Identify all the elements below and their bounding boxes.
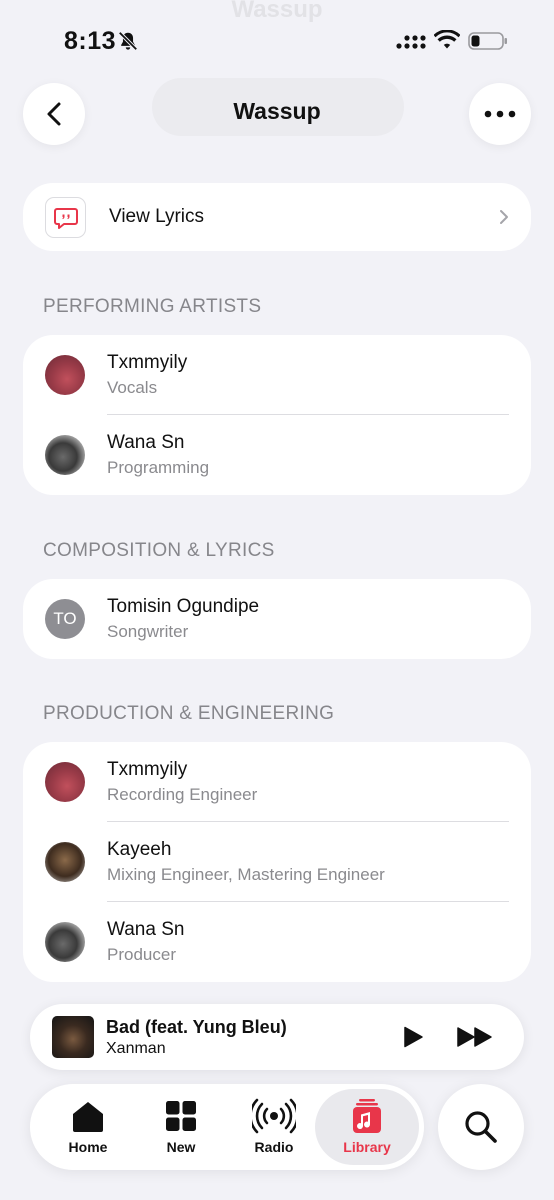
fast-forward-icon[interactable] <box>456 1026 494 1048</box>
composition-lyrics-card: TO Tomisin Ogundipe Songwriter <box>23 579 531 659</box>
person-name: Tomisin Ogundipe <box>107 596 260 617</box>
composition-lyrics-heading: COMPOSITION & LYRICS <box>43 540 275 561</box>
lyrics-icon <box>45 197 86 238</box>
person-role: Vocals <box>107 378 158 397</box>
mini-player[interactable]: Bad (feat. Yung Bleu) Xanman <box>30 1004 524 1070</box>
now-playing-title: Bad (feat. Yung Bleu) <box>106 1017 287 1037</box>
search-button[interactable] <box>438 1084 524 1170</box>
view-lyrics-label: View Lyrics <box>109 206 205 227</box>
tab-label: Home <box>68 1139 108 1155</box>
search-icon <box>465 1111 497 1143</box>
cellular-signal-icon <box>396 35 426 49</box>
person-role: Programming <box>107 458 210 477</box>
album-artwork <box>52 1016 94 1058</box>
person-role: Recording Engineer <box>107 785 258 804</box>
battery-icon <box>468 32 507 50</box>
library-icon <box>353 1099 381 1133</box>
avatar <box>45 355 85 395</box>
avatar <box>45 435 85 475</box>
wifi-icon <box>434 30 460 49</box>
performing-artists-card: Txmmyily Vocals Wana Sn Programming <box>23 335 531 495</box>
avatar-initials: TO <box>45 599 85 639</box>
performing-artists-heading: PERFORMING ARTISTS <box>43 296 262 317</box>
tab-bar: Home New Radio Library <box>30 1084 424 1170</box>
play-icon[interactable] <box>402 1026 424 1048</box>
avatar <box>45 922 85 962</box>
person-name: Wana Sn <box>107 919 185 940</box>
chevron-right-icon <box>500 210 508 224</box>
production-engineering-heading: PRODUCTION & ENGINEERING <box>43 703 335 724</box>
list-item[interactable]: Wana Sn Producer <box>23 902 531 982</box>
list-item[interactable]: Wana Sn Programming <box>23 415 531 495</box>
tab-label: New <box>166 1139 196 1155</box>
more-options-button[interactable] <box>469 83 531 145</box>
list-item[interactable]: Txmmyily Vocals <box>23 335 531 415</box>
now-playing-artist: Xanman <box>106 1040 166 1057</box>
person-name: Kayeeh <box>107 839 172 860</box>
tab-new[interactable]: New <box>135 1084 227 1170</box>
view-lyrics-row[interactable]: View Lyrics <box>23 183 531 251</box>
person-role: Mixing Engineer, Mastering Engineer <box>107 865 385 884</box>
person-role: Songwriter <box>107 622 189 641</box>
bell-slash-icon <box>118 31 138 51</box>
person-name: Wana Sn <box>107 432 185 453</box>
home-icon <box>73 1102 103 1132</box>
tab-label: Library <box>343 1139 391 1155</box>
ellipsis-icon <box>484 110 516 118</box>
person-name: Txmmyily <box>107 759 188 780</box>
list-item[interactable]: Kayeeh Mixing Engineer, Mastering Engine… <box>23 822 531 902</box>
person-name: Txmmyily <box>107 352 188 373</box>
list-item[interactable]: TO Tomisin Ogundipe Songwriter <box>23 579 531 659</box>
tab-home[interactable]: Home <box>42 1084 134 1170</box>
status-bar: 8:13 <box>0 0 554 80</box>
avatar <box>45 762 85 802</box>
radio-icon <box>252 1098 296 1134</box>
person-role: Producer <box>107 945 176 964</box>
tab-label: Radio <box>254 1139 294 1155</box>
avatar <box>45 842 85 882</box>
status-time: 8:13 <box>64 27 117 55</box>
grid-icon <box>166 1101 196 1131</box>
production-engineering-card: Txmmyily Recording Engineer Kayeeh Mixin… <box>23 742 531 982</box>
tab-radio[interactable]: Radio <box>228 1084 320 1170</box>
list-item[interactable]: Txmmyily Recording Engineer <box>23 742 531 822</box>
tab-library[interactable]: Library <box>321 1084 413 1170</box>
